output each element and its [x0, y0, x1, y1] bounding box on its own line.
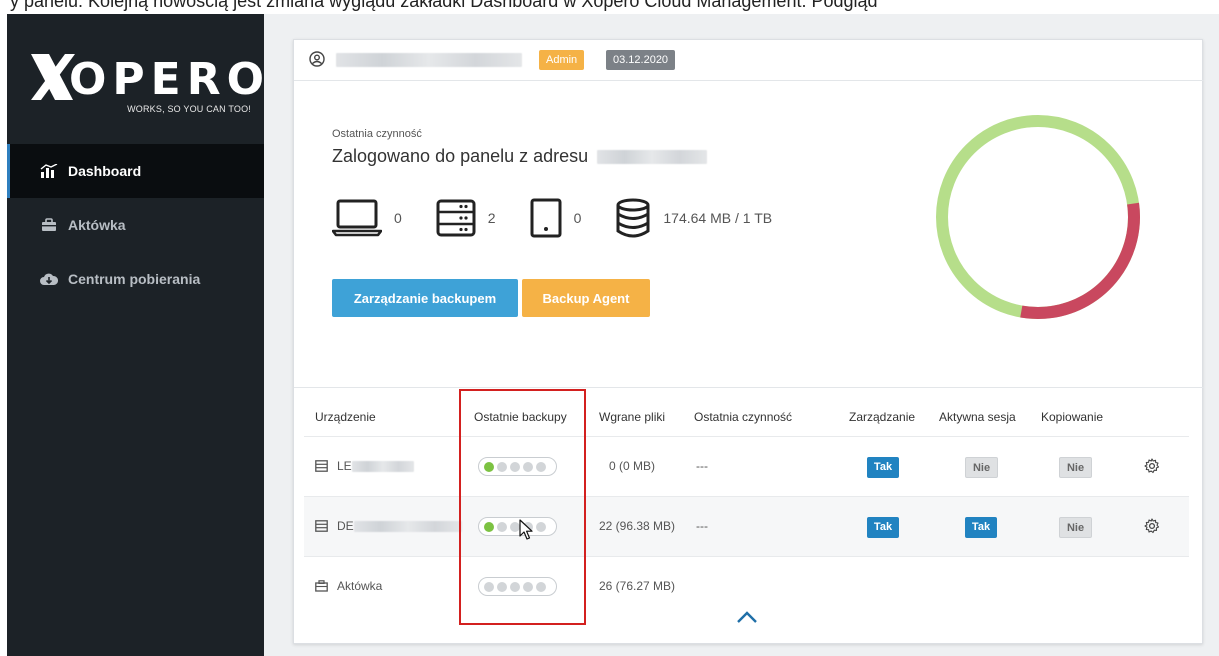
col-header-active-session[interactable]: Aktywna sesja [939, 410, 1016, 424]
stat-tablets: 0 [530, 198, 582, 238]
sidebar-item-label: Dashboard [68, 163, 142, 179]
chevron-up-icon[interactable] [736, 610, 758, 624]
table-row[interactable]: LE 0 (0 MB) --- Tak Nie Nie [304, 436, 1189, 496]
sidebar-item-aktowka[interactable]: Aktówka [7, 198, 264, 252]
device-name: LE [337, 459, 414, 473]
copying-badge[interactable]: Nie [1059, 457, 1092, 478]
server-row-icon [315, 460, 328, 472]
role-badge: Admin [539, 50, 585, 70]
storage-ring-chart [936, 114, 1140, 319]
sidebar-item-label: Centrum pobierania [68, 271, 201, 287]
stat-storage: 174.64 MB / 1 TB [615, 198, 772, 238]
dashboard-card: Admin 03.12.2020 Ostatnia czynność Zalog… [293, 39, 1204, 644]
uploaded-files: 26 (76.27 MB) [599, 579, 676, 593]
cloud-download-icon [40, 271, 58, 287]
stat-servers: 2 [436, 199, 496, 237]
storage-usage: 174.64 MB / 1 TB [663, 210, 773, 226]
sidebar-item-label: Aktówka [68, 217, 126, 233]
briefcase-row-icon [315, 580, 328, 592]
brand-logo[interactable]: OPERO WORKS, SO YOU CAN TOO! [29, 52, 264, 122]
device-stats: 0 2 0 174.64 MB / 1 TB [332, 198, 806, 238]
uploaded-files: 22 (96.38 MB) [599, 519, 676, 533]
user-name-redacted [336, 53, 522, 67]
mouse-cursor-icon [519, 519, 533, 540]
backup-agent-button[interactable]: Backup Agent [522, 279, 650, 317]
col-header-management[interactable]: Zarządzanie [849, 410, 915, 424]
sidebar-item-dashboard[interactable]: Dashboard [7, 144, 264, 198]
storage-ring-used [936, 114, 1140, 319]
management-badge[interactable]: Tak [867, 517, 899, 538]
highlight-annotation-box [459, 389, 586, 625]
user-circle-icon [309, 51, 325, 67]
copying-badge[interactable]: Nie [1059, 517, 1092, 538]
backup-management-button[interactable]: Zarządzanie backupem [332, 279, 518, 317]
card-header: Admin 03.12.2020 [294, 40, 1204, 81]
col-header-last-activity[interactable]: Ostatnia czynność [694, 410, 792, 424]
server-count: 2 [487, 210, 496, 226]
active-session-badge[interactable]: Nie [965, 457, 998, 478]
sidebar-item-centrum-pobierania[interactable]: Centrum pobierania [7, 252, 264, 306]
device-name: Aktówka [337, 579, 383, 593]
top-caption-text: y panelu. Kolejną nowością jest zmiana w… [10, 0, 878, 11]
table-row[interactable]: Aktówka 26 (76.27 MB) [304, 556, 1189, 616]
col-header-copying[interactable]: Kopiowanie [1041, 410, 1103, 424]
last-activity: --- [696, 519, 708, 533]
table-row[interactable]: DE 22 (96.38 MB) --- Tak Tak Nie [304, 496, 1189, 556]
database-icon [616, 198, 650, 238]
last-activity-message: Zalogowano do panelu z adresu [332, 146, 589, 166]
col-header-device[interactable]: Urządzenie [315, 410, 376, 424]
table-header: Urządzenie Ostatnie backupy Wgrane pliki… [294, 388, 1204, 436]
laptop-count: 0 [394, 210, 402, 226]
server-row-icon [315, 520, 328, 532]
gear-icon[interactable] [1144, 458, 1160, 474]
stat-laptops: 0 [332, 199, 402, 237]
tablet-count: 0 [573, 210, 582, 226]
col-header-uploaded-files[interactable]: Wgrane pliki [599, 410, 665, 424]
sidebar: OPERO WORKS, SO YOU CAN TOO! Dashboard A… [7, 14, 264, 656]
last-activity-text: Zalogowano do panelu z adresu [332, 146, 708, 167]
dashboard-chart-icon [40, 163, 58, 179]
device-name: DE [337, 519, 462, 533]
tablet-icon [530, 198, 562, 238]
main-area: Admin 03.12.2020 Ostatnia czynność Zalog… [264, 14, 1219, 656]
laptop-icon [332, 199, 382, 237]
date-badge: 03.12.2020 [606, 50, 676, 70]
gear-icon[interactable] [1144, 518, 1160, 534]
devices-table: Urządzenie Ostatnie backupy Wgrane pliki… [294, 387, 1204, 596]
last-activity: --- [696, 459, 708, 473]
sidebar-nav: Dashboard Aktówka Centrum pobierania [7, 144, 264, 306]
logo-text: OPERO [69, 54, 270, 105]
active-session-badge[interactable]: Tak [965, 517, 997, 538]
logo-tagline: WORKS, SO YOU CAN TOO! [127, 104, 251, 114]
ip-address-redacted [597, 150, 708, 165]
management-badge[interactable]: Tak [867, 457, 899, 478]
top-caption-strip: y panelu. Kolejną nowością jest zmiana w… [0, 0, 1219, 14]
last-activity-label: Ostatnia czynność [332, 128, 422, 140]
briefcase-icon [40, 217, 58, 233]
uploaded-files: 0 (0 MB) [609, 459, 656, 473]
server-icon [436, 199, 476, 237]
